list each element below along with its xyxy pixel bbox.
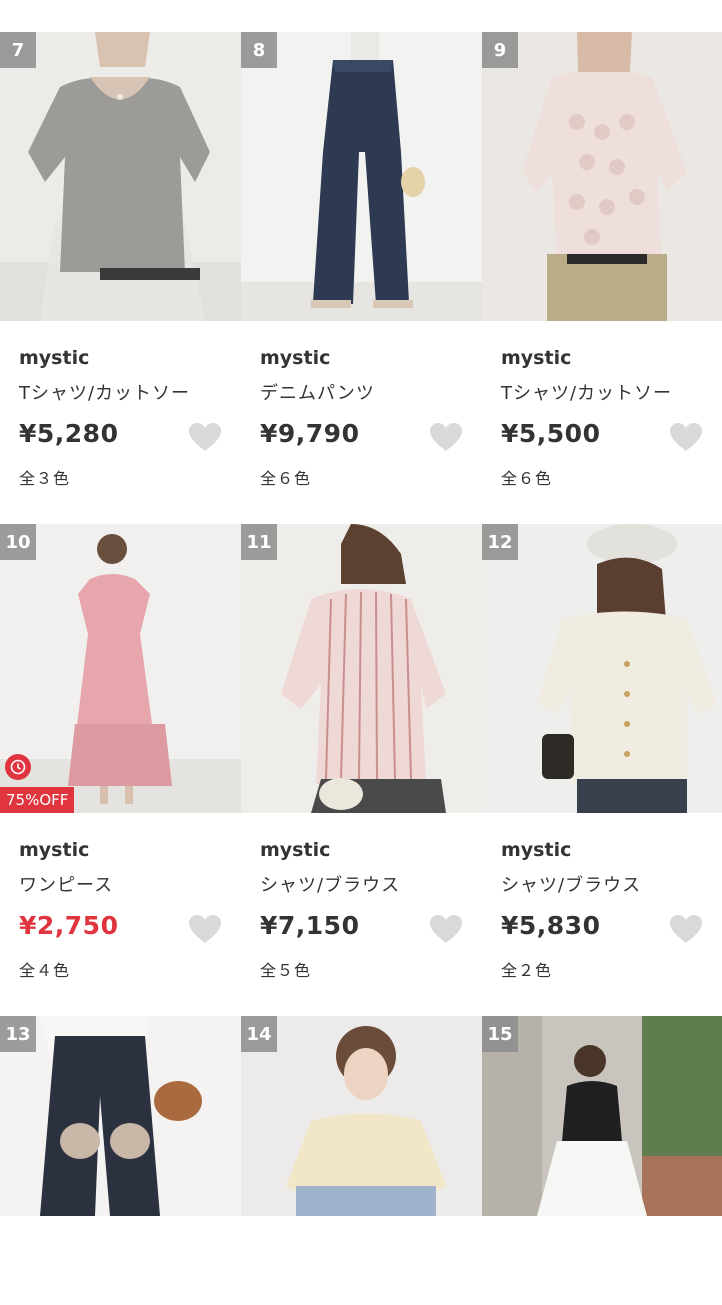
product-category: ワンピース [19,875,114,896]
product-row: 7 mystic Tシャツ/カットソー ¥5,280 全３色 8 mystic … [0,32,722,524]
product-category: Tシャツ/カットソー [19,383,191,404]
rank-badge: 12 [482,524,518,560]
product-image[interactable]: 10 75%OFF [0,524,241,813]
product-card[interactable]: 12 mystic シャツ/ブラウス ¥5,830 全２色 [482,524,722,1016]
rank-badge: 7 [0,32,36,68]
product-row: 13 14 15 [0,1016,722,1216]
product-image[interactable]: 15 [482,1016,722,1305]
brand-name[interactable]: mystic [260,347,330,369]
product-category: シャツ/ブラウス [501,875,642,896]
product-price: ¥7,150 [260,911,360,940]
product-image[interactable]: 9 [482,32,722,321]
favorite-heart-icon[interactable] [668,421,704,453]
product-image[interactable]: 14 [241,1016,482,1305]
favorite-heart-icon[interactable] [428,913,464,945]
favorite-heart-icon[interactable] [428,421,464,453]
color-count: 全２色 [501,961,553,980]
product-price: ¥9,790 [260,419,360,448]
favorite-heart-icon[interactable] [187,421,223,453]
product-row: 10 75%OFF mystic ワンピース ¥2,750 全４色 11 mys… [0,524,722,1016]
product-card[interactable]: 7 mystic Tシャツ/カットソー ¥5,280 全３色 [0,32,241,524]
product-card[interactable]: 13 [0,1016,241,1216]
product-price: ¥5,500 [501,419,601,448]
product-image[interactable]: 8 [241,32,482,321]
brand-name[interactable]: mystic [260,839,330,861]
color-count: 全６色 [501,469,553,488]
rank-badge: 14 [241,1016,277,1052]
rank-badge: 13 [0,1016,36,1052]
brand-name[interactable]: mystic [19,839,89,861]
product-category: デニムパンツ [260,383,375,404]
product-image[interactable]: 11 [241,524,482,813]
product-card[interactable]: 11 mystic シャツ/ブラウス ¥7,150 全５色 [241,524,482,1016]
rank-badge: 10 [0,524,36,560]
favorite-heart-icon[interactable] [187,913,223,945]
product-category: Tシャツ/カットソー [501,383,673,404]
ranking-product-grid: 7 mystic Tシャツ/カットソー ¥5,280 全３色 8 mystic … [0,32,722,1216]
product-card[interactable]: 15 [482,1016,722,1216]
product-card[interactable]: 9 mystic Tシャツ/カットソー ¥5,500 全６色 [482,32,722,524]
color-count: 全４色 [19,961,71,980]
color-count: 全５色 [260,961,312,980]
product-price: ¥5,830 [501,911,601,940]
color-count: 全６色 [260,469,312,488]
clock-icon [5,754,31,780]
product-image[interactable]: 7 [0,32,241,321]
product-image[interactable]: 12 [482,524,722,813]
product-category: シャツ/ブラウス [260,875,401,896]
brand-name[interactable]: mystic [501,347,571,369]
discount-badge: 75%OFF [0,787,75,813]
product-card[interactable]: 8 mystic デニムパンツ ¥9,790 全６色 [241,32,482,524]
product-image[interactable]: 13 [0,1016,241,1305]
sale-price: ¥2,750 [19,911,119,940]
product-card[interactable]: 10 75%OFF mystic ワンピース ¥2,750 全４色 [0,524,241,1016]
rank-badge: 11 [241,524,277,560]
favorite-heart-icon[interactable] [668,913,704,945]
brand-name[interactable]: mystic [501,839,571,861]
color-count: 全３色 [19,469,71,488]
product-card[interactable]: 14 [241,1016,482,1216]
rank-badge: 9 [482,32,518,68]
brand-name[interactable]: mystic [19,347,89,369]
product-price: ¥5,280 [19,419,119,448]
rank-badge: 15 [482,1016,518,1052]
rank-badge: 8 [241,32,277,68]
